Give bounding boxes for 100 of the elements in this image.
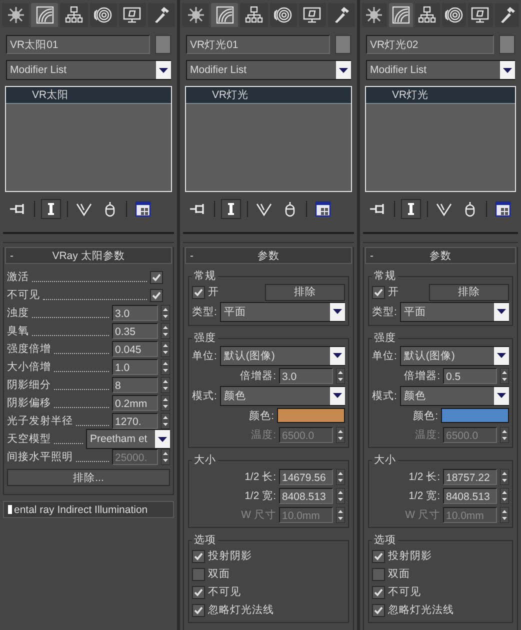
spinner-arrows[interactable]	[336, 488, 345, 504]
toolbar-button[interactable]	[313, 199, 333, 219]
spinner-arrows[interactable]	[161, 413, 170, 429]
panel-tab[interactable]	[494, 3, 519, 27]
rollout-header[interactable]: - 参数	[365, 247, 516, 264]
panel-tab[interactable]	[388, 3, 413, 27]
checkbox[interactable]	[372, 286, 385, 298]
dropdown[interactable]: 默认(图像)	[220, 346, 345, 366]
field-label: 1/2 长:	[408, 470, 440, 484]
modifier-dropdown[interactable]: Modifier List	[366, 60, 515, 80]
checkbox[interactable]	[192, 550, 205, 562]
checkbox[interactable]	[150, 288, 163, 302]
toolbar-button[interactable]	[133, 199, 153, 219]
dropdown[interactable]: 颜色	[220, 386, 345, 406]
panel-tab[interactable]	[182, 3, 210, 27]
stack-item[interactable]: VR灯光	[366, 87, 515, 104]
spinner-arrows[interactable]	[500, 368, 509, 384]
panel-tab[interactable]	[211, 3, 238, 27]
modifier-dropdown[interactable]: Modifier List	[186, 60, 351, 80]
stack-item[interactable]: VR灯光	[186, 87, 351, 104]
spinner-arrows[interactable]	[161, 377, 170, 393]
number-field[interactable]: 3.0	[112, 305, 158, 321]
number-field[interactable]: 0.2mm	[112, 395, 158, 411]
panel-tab[interactable]	[60, 3, 88, 27]
checkbox[interactable]	[192, 604, 205, 616]
field-label: 模式:	[192, 388, 217, 402]
number-field[interactable]: 0.35	[112, 323, 158, 339]
rollout-header[interactable]: ental ray Indirect Illumination	[3, 501, 174, 518]
stack-item[interactable]: VR太阳	[6, 87, 171, 104]
spinner-arrows[interactable]	[336, 368, 345, 384]
spinner-arrows[interactable]	[500, 468, 509, 484]
panel-tab[interactable]	[298, 3, 326, 27]
collapse-toggle[interactable]: -	[366, 250, 382, 262]
spinner-arrows[interactable]	[336, 506, 345, 522]
panel-tab[interactable]	[270, 3, 297, 27]
checkbox[interactable]	[192, 586, 205, 598]
dropdown[interactable]: 平面	[400, 302, 509, 322]
spinner-arrows[interactable]	[336, 426, 345, 442]
number-field[interactable]: 1270.	[112, 413, 158, 429]
panel-tab[interactable]	[468, 3, 492, 27]
name-field[interactable]: VR灯光02	[366, 35, 494, 54]
number-field[interactable]: 8408.513	[443, 488, 497, 504]
number-field[interactable]: 1.0	[112, 359, 158, 375]
number-field[interactable]: 8	[112, 377, 158, 393]
number-field[interactable]: 18757.22	[443, 468, 497, 484]
spinner-arrows[interactable]	[161, 323, 170, 339]
color-swatch[interactable]	[155, 35, 171, 54]
number-field[interactable]: 3.0	[279, 368, 333, 384]
panel-tab[interactable]	[240, 3, 268, 27]
panel-tab[interactable]	[362, 3, 386, 27]
collapse-toggle[interactable]: -	[6, 250, 22, 262]
spinner-arrows[interactable]	[161, 341, 170, 357]
modifier-dropdown[interactable]: Modifier List	[6, 60, 171, 80]
panel-tab[interactable]	[148, 3, 176, 27]
panel-tab[interactable]	[442, 3, 466, 27]
dropdown[interactable]: 默认(图像)	[400, 346, 509, 366]
spinner-arrows[interactable]	[500, 506, 509, 522]
color-swatch[interactable]	[277, 408, 345, 423]
checkbox[interactable]	[372, 586, 385, 598]
dropdown[interactable]: Preetham et	[86, 429, 170, 449]
color-swatch[interactable]	[499, 35, 515, 54]
panel-tab[interactable]	[31, 3, 58, 27]
toolbar-button[interactable]	[41, 199, 61, 219]
spinner-arrows[interactable]	[161, 395, 170, 411]
rollout-header[interactable]: - VRay 太阳参数	[5, 247, 172, 264]
spinner-arrows[interactable]	[161, 305, 170, 321]
toolbar-button[interactable]	[401, 199, 421, 219]
dropdown[interactable]: 颜色	[400, 386, 509, 406]
checkbox[interactable]	[372, 568, 385, 580]
checkbox[interactable]	[372, 604, 385, 616]
number-field[interactable]: 8408.513	[279, 488, 333, 504]
toolbar-button[interactable]	[221, 199, 241, 219]
spinner-arrows[interactable]	[161, 359, 170, 375]
collapse-toggle[interactable]: -	[186, 250, 202, 262]
checkbox[interactable]	[372, 550, 385, 562]
checkbox[interactable]	[192, 568, 205, 580]
panel-tab[interactable]	[415, 3, 440, 27]
rollout-header[interactable]: - 参数	[185, 247, 352, 264]
spinner-arrows[interactable]	[500, 426, 509, 442]
toolbar-button[interactable]	[493, 199, 513, 219]
panel-tab[interactable]	[2, 3, 30, 27]
spinner-arrows[interactable]	[336, 468, 345, 484]
exclude-button[interactable]: 排除	[265, 284, 345, 300]
spinner-arrows[interactable]	[161, 449, 170, 465]
panel-tab[interactable]	[90, 3, 117, 27]
number-field[interactable]: 0.5	[443, 368, 497, 384]
color-swatch[interactable]	[335, 35, 351, 54]
name-field[interactable]: VR灯光01	[186, 35, 330, 54]
exclude-button[interactable]: 排除	[429, 284, 509, 300]
checkbox[interactable]	[192, 286, 205, 298]
panel-tab[interactable]	[328, 3, 356, 27]
panel-tab[interactable]	[118, 3, 146, 27]
color-swatch[interactable]	[441, 408, 509, 423]
number-field[interactable]: 14679.56	[279, 468, 333, 484]
spinner-arrows[interactable]	[500, 488, 509, 504]
number-field[interactable]: 0.045	[112, 341, 158, 357]
exclude-button[interactable]: 排除...	[7, 469, 170, 486]
checkbox[interactable]	[150, 270, 163, 284]
dropdown[interactable]: 平面	[220, 302, 345, 322]
name-field[interactable]: VR太阳01	[6, 35, 150, 54]
